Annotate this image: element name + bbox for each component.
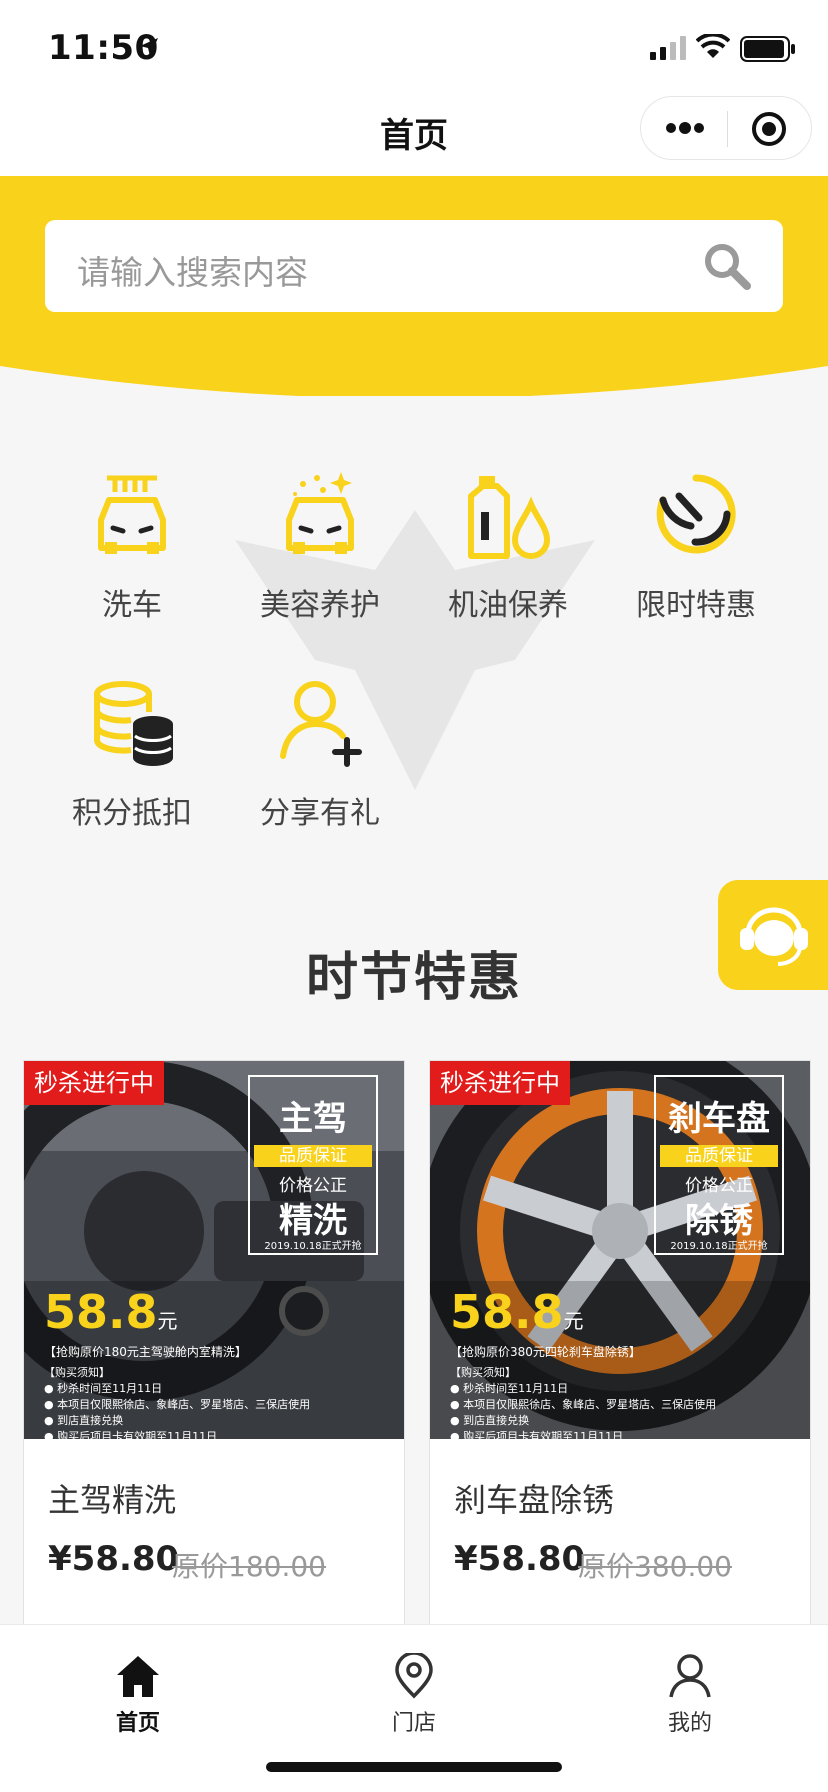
car-wash-icon [98, 475, 166, 554]
category-label: 美容养护 [260, 588, 380, 623]
poster-badge: 品质保证 [660, 1145, 778, 1167]
poster-price-value: 58.8 [450, 1285, 564, 1339]
poster-rule: ● 本项目仅限熙徐店、象峰店、罗星塔店、三保店使用 [450, 1398, 717, 1411]
poster-rule: ● 到店直接兑换 [450, 1414, 530, 1427]
location-arrow-icon [140, 38, 158, 56]
poster-date: 2019.10.18正式开抢 [670, 1241, 768, 1252]
status-bar: 11:50 [0, 0, 828, 96]
add-user-icon [280, 681, 362, 767]
category-limited-offer[interactable]: 限时特惠 [601, 470, 791, 650]
poster-note: 【抢购原价180元主驾驶舱内室精洗】 [44, 1345, 247, 1359]
category-label: 洗车 [102, 588, 162, 623]
poster-rule: ● 秒杀时间至11月11日 [44, 1382, 163, 1395]
category-label: 分享有礼 [260, 796, 380, 831]
product-original-price: 原价380.00 [578, 1550, 732, 1583]
poster-badge: 品质保证 [254, 1145, 372, 1167]
mini-program-capsule [640, 96, 812, 160]
tab-label: 首页 [115, 1711, 160, 1736]
product-price: ¥58.80 [48, 1539, 180, 1579]
battery-icon [740, 36, 795, 62]
search-placeholder: 请输入搜索内容 [77, 253, 308, 292]
nav-bar: 首页 [0, 96, 828, 176]
poster-title-top: 刹车盘 [668, 1099, 770, 1139]
poster-rule: ● 秒杀时间至11月11日 [450, 1382, 569, 1395]
tab-label: 我的 [667, 1711, 712, 1736]
tab-store[interactable]: 门店 [276, 1635, 552, 1736]
capsule-divider [727, 111, 728, 147]
poster-rules-title: 【购买须知】 [450, 1366, 516, 1379]
poster-rules: 【购买须知】 ● 秒杀时间至11月11日 ● 本项目仅限熙徐店、象峰店、罗星塔店… [44, 1365, 384, 1439]
poster-title-top: 主驾 [279, 1099, 347, 1139]
poster-price-unit: 元 [563, 1309, 584, 1333]
category-oil-maintenance[interactable]: 机油保养 [413, 470, 603, 650]
product-name: 刹车盘除锈 [454, 1481, 615, 1519]
timer-icon [656, 474, 736, 554]
signal-icon [650, 36, 686, 60]
poster-price: 58.8元 [44, 1285, 178, 1339]
category-label: 积分抵扣 [72, 796, 192, 831]
tab-label: 门店 [391, 1711, 436, 1736]
search-bar[interactable]: 请输入搜索内容 [45, 220, 783, 312]
poster-note: 【抢购原价380元四轮刹车盘除锈】 [450, 1345, 641, 1359]
product-image: 秒杀进行中 主驾 品质保证 价格公正 精洗 2019.10.18正式开抢 58.… [24, 1061, 404, 1439]
tab-mine[interactable]: 我的 [552, 1635, 828, 1736]
location-pin-icon [395, 1653, 433, 1699]
product-name: 主驾精洗 [48, 1481, 177, 1519]
poster-rules-title: 【购买须知】 [44, 1366, 110, 1379]
flash-sale-tag: 秒杀进行中 [430, 1061, 570, 1105]
poster-rule: ● 本项目仅限熙徐店、象峰店、罗星塔店、三保店使用 [44, 1398, 311, 1411]
category-share-reward[interactable]: 分享有礼 [225, 678, 415, 858]
poster-price-value: 58.8 [44, 1285, 158, 1339]
user-icon [669, 1654, 711, 1698]
poster-title-box: 主驾 品质保证 价格公正 精洗 2019.10.18正式开抢 [248, 1075, 378, 1255]
poster-rule: ● 购买后项目卡有效期至11月11日 [450, 1430, 624, 1439]
poster-title-box: 刹车盘 品质保证 价格公正 除锈 2019.10.18正式开抢 [654, 1075, 784, 1255]
poster-price-unit: 元 [157, 1309, 178, 1333]
category-label: 机油保养 [448, 588, 568, 623]
close-program-icon[interactable] [751, 111, 787, 147]
car-beauty-icon [286, 472, 354, 554]
poster-title-bottom: 精洗 [279, 1201, 347, 1241]
poster-title-bottom: 除锈 [685, 1201, 753, 1241]
product-original-price: 原价180.00 [172, 1550, 326, 1583]
poster-price: 58.8元 [450, 1285, 584, 1339]
poster-rule: ● 购买后项目卡有效期至11月11日 [44, 1430, 218, 1439]
poster-rule: ● 到店直接兑换 [44, 1414, 124, 1427]
oil-bottle-icon [468, 476, 551, 559]
wifi-icon [696, 34, 730, 58]
section-title: 时节特惠 [305, 948, 522, 1008]
tab-home[interactable]: 首页 [0, 1635, 276, 1736]
category-car-wash[interactable]: 洗车 [37, 470, 227, 650]
product-image: 秒杀进行中 刹车盘 品质保证 价格公正 除锈 2019.10.18正式开抢 58… [430, 1061, 810, 1439]
coins-icon [94, 681, 173, 766]
category-car-beauty[interactable]: 美容养护 [225, 470, 415, 650]
search-icon[interactable] [701, 240, 753, 292]
home-indicator [266, 1762, 562, 1772]
category-label: 限时特惠 [636, 588, 756, 623]
product-card[interactable]: 秒杀进行中 刹车盘 品质保证 价格公正 除锈 2019.10.18正式开抢 58… [429, 1060, 811, 1650]
more-options-icon[interactable] [665, 120, 705, 136]
poster-date: 2019.10.18正式开抢 [264, 1241, 362, 1252]
poster-rules: 【购买须知】 ● 秒杀时间至11月11日 ● 本项目仅限熙徐店、象峰店、罗星塔店… [450, 1365, 790, 1439]
flash-sale-tag: 秒杀进行中 [24, 1061, 164, 1105]
category-points-deduction[interactable]: 积分抵扣 [37, 678, 227, 858]
product-card[interactable]: 秒杀进行中 主驾 品质保证 价格公正 精洗 2019.10.18正式开抢 58.… [23, 1060, 405, 1650]
home-icon [117, 1656, 159, 1697]
product-price: ¥58.80 [454, 1539, 586, 1579]
